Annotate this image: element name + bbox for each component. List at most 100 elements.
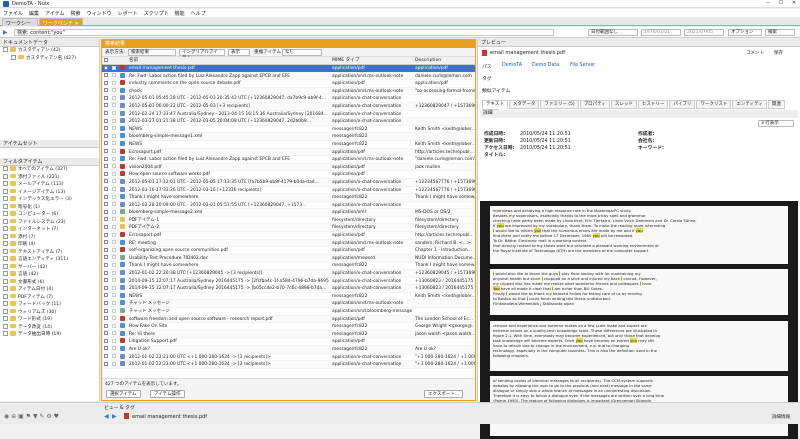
filter-checkbox[interactable]: [3, 188, 8, 194]
table-row[interactable]: Are U ok? message/rfc822 Are U ok?: [102, 345, 475, 354]
row-checkbox[interactable]: [104, 217, 108, 222]
row-checkbox[interactable]: [104, 240, 108, 245]
table-row[interactable]: 2012-03-16 17:33:26 UTC - 2012-03-16 [+1…: [102, 186, 475, 195]
filter-row[interactable]: フィードバック (11): [0, 301, 99, 309]
row-checkbox-cell[interactable]: [104, 179, 110, 187]
row-checkbox-cell[interactable]: [104, 111, 110, 119]
save-button[interactable]: 保存: [774, 50, 783, 56]
table-row[interactable]: 2012-01-02 22:20:38 UTC [+12360829045 ->…: [102, 270, 475, 278]
row-checkbox[interactable]: [104, 149, 108, 154]
filter-checkbox[interactable]: [3, 331, 8, 336]
search-input[interactable]: 検索: content:"you": [14, 29, 554, 36]
table-row[interactable]: 2012-05-01 17:12:01 UTC - 2012-05-05 17:…: [102, 178, 475, 187]
row-checkbox[interactable]: [104, 300, 108, 305]
filter-checkbox[interactable]: [3, 218, 8, 224]
filter-checkbox[interactable]: [3, 226, 8, 231]
filter-checkbox[interactable]: [3, 196, 8, 201]
details-section-header[interactable]: 詳細: [480, 110, 798, 118]
table-row[interactable]: vision2004.pdf application/pdf jack mullen: [102, 163, 475, 172]
row-checkbox[interactable]: [104, 88, 108, 93]
table-row[interactable]: PDFアイテム-2 filesystem/directory filesystem/…: [102, 224, 475, 233]
row-checkbox-cell[interactable]: [104, 224, 110, 232]
path-segment-3[interactable]: File Server: [570, 63, 595, 68]
filter-checkbox[interactable]: [3, 308, 8, 314]
row-checkbox-cell[interactable]: [104, 73, 110, 81]
filter-row[interactable]: すべてのアイテム (327): [0, 166, 99, 174]
row-checkbox[interactable]: [104, 361, 108, 366]
row-checkbox-cell[interactable]: [104, 202, 110, 210]
preview-tab-7[interactable]: ワークリスト: [696, 100, 732, 109]
row-checkbox[interactable]: [104, 126, 108, 131]
row-checkbox-cell[interactable]: [104, 88, 110, 96]
table-row[interactable]: RE: meeting application/vnd.ms-outlook-no…: [102, 239, 475, 248]
close-button[interactable]: ✕: [788, 0, 800, 6]
filter-checkbox[interactable]: [3, 316, 8, 321]
row-checkbox-cell[interactable]: [104, 346, 110, 354]
table-row[interactable]: PDFアイテム-1 filesystem/directory filesystem/…: [102, 216, 475, 225]
row-checkbox[interactable]: [104, 285, 108, 290]
row-checkbox-cell[interactable]: [104, 278, 110, 286]
date-to-field[interactable]: 2021/07/05: [684, 29, 724, 36]
row-checkbox[interactable]: [104, 95, 108, 100]
filter-checkbox[interactable]: [3, 181, 8, 186]
row-checkbox-cell[interactable]: [104, 300, 110, 308]
row-checkbox[interactable]: [104, 164, 108, 169]
filter-checkbox[interactable]: [3, 271, 8, 276]
table-row[interactable]: 2012-03-27 01:21:38 UTC - 2012-03-05 20:…: [102, 118, 475, 126]
filter-row[interactable]: 言語エンティティ (311): [0, 256, 99, 264]
table-row[interactable]: チャット メッセージ application/vnd.bloomberg-mess…: [102, 308, 475, 316]
row-checkbox[interactable]: [104, 262, 108, 267]
table-row[interactable]: Thank I might have somewhere message/rfc8…: [102, 262, 475, 271]
custodian-row[interactable]: カスタディアン名 (427): [0, 54, 99, 63]
row-checkbox-cell[interactable]: [104, 240, 110, 248]
table-row[interactable]: bloomberg-simple-message1.xml message/rfc…: [102, 133, 475, 141]
row-checkbox-cell[interactable]: [104, 316, 110, 324]
row-checkbox-cell[interactable]: [104, 331, 110, 339]
row-checkbox[interactable]: [104, 171, 108, 176]
row-checkbox[interactable]: [104, 331, 108, 336]
filter-checkbox[interactable]: [3, 211, 8, 216]
row-checkbox-cell[interactable]: [104, 270, 110, 278]
table-row[interactable]: NEWS message/rfc822 Keith Smith <keith@lob…: [102, 125, 475, 134]
filter-row[interactable]: アイテム日付 (4): [0, 286, 99, 294]
page-count-select[interactable]: 3 行表示: [758, 120, 794, 127]
table-row[interactable]: Ecrosaport.pdf application/pdf http://arti…: [102, 148, 475, 157]
row-checkbox-cell[interactable]: [104, 133, 110, 141]
row-checkbox-cell[interactable]: [104, 255, 110, 263]
tree-checkbox[interactable]: [11, 54, 16, 60]
table-row[interactable]: industry comments on the open source deb…: [102, 80, 475, 88]
table-row[interactable]: Usability Test Procedure 7ID402.doc appli…: [102, 254, 475, 263]
tab-workbench[interactable]: ワークベンチ ✕: [39, 18, 83, 27]
tree-checkbox[interactable]: [3, 47, 8, 52]
row-checkbox-cell[interactable]: [104, 171, 110, 179]
filter-checkbox[interactable]: [3, 248, 8, 254]
preview-tab-8[interactable]: エンティティ: [732, 100, 767, 109]
row-checkbox[interactable]: [104, 293, 108, 298]
table-row[interactable]: Litigation Support.pdf application/pdf: [102, 338, 475, 346]
table-row[interactable]: software freedom and open source softwar…: [102, 315, 475, 324]
row-checkbox[interactable]: [104, 156, 108, 161]
table-row[interactable]: Ecrosaport.pdf application/pdf http://arti…: [102, 232, 475, 240]
table-row[interactable]: 2012-05-01 05:45:28 UTC - 2012-05-03 20:…: [102, 95, 475, 103]
row-checkbox[interactable]: [104, 255, 108, 260]
table-row[interactable]: Thank I might have somewhere message/rfc8…: [102, 194, 475, 202]
row-checkbox[interactable]: [104, 346, 108, 351]
row-checkbox-cell[interactable]: [104, 209, 110, 217]
filter-row[interactable]: 言語 (42): [0, 271, 99, 279]
table-row[interactable]: 2012-02-24 17:33:47 Australia/Sydney - 2…: [102, 110, 475, 119]
filter-checkbox[interactable]: [3, 173, 8, 179]
row-checkbox[interactable]: [104, 103, 108, 108]
filter-row[interactable]: コンピューター (6): [0, 211, 99, 219]
row-checkbox[interactable]: [104, 187, 108, 191]
filter-row[interactable]: ワード形式 (19): [0, 316, 99, 324]
tab-worksheet[interactable]: ワークシート: [2, 18, 38, 34]
table-row[interactable]: 2014-09-15 12:07:17 Australia/Sydney 201…: [102, 285, 475, 293]
table-row[interactable]: bloomberg-simple-message2.xml application…: [102, 209, 475, 217]
row-checkbox[interactable]: [104, 141, 108, 146]
row-checkbox-cell[interactable]: [104, 126, 110, 134]
select-all-checkbox[interactable]: [104, 57, 108, 62]
filter-checkbox[interactable]: [3, 278, 8, 284]
maximize-button[interactable]: ☐: [775, 0, 787, 6]
table-row[interactable]: How Fake On Site message/rfc822 George Wri…: [102, 323, 475, 331]
row-checkbox-cell[interactable]: [104, 308, 110, 316]
